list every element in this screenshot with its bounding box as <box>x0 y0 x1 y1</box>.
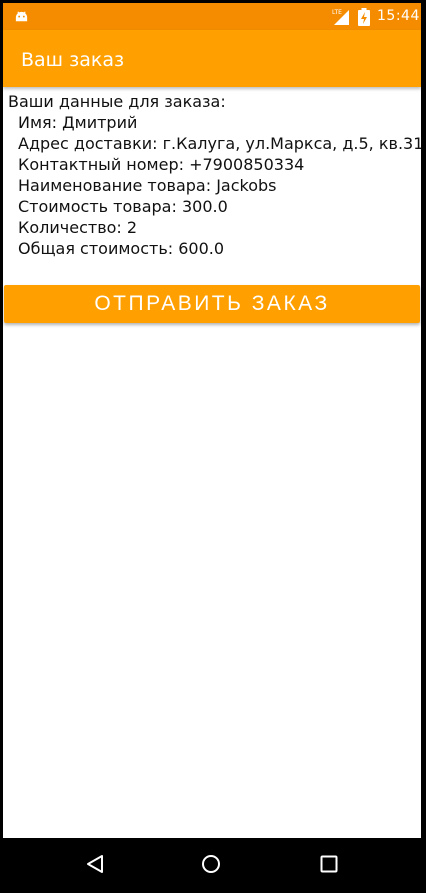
order-intro: Ваши данные для заказа: <box>8 92 226 111</box>
submit-order-button[interactable]: ОТПРАВИТЬ ЗАКАЗ <box>4 285 420 323</box>
detail-price: Стоимость товара: 300.0 <box>18 197 228 216</box>
detail-address: Адрес доставки: г.Калуга, ул.Маркса, д.5… <box>18 134 421 153</box>
status-bar: LTE 15:44 <box>3 3 421 30</box>
order-summary: Ваши данные для заказа: Имя: Дмитрий Адр… <box>8 91 421 259</box>
home-icon[interactable] <box>201 854 221 874</box>
detail-total: Общая стоимость: 600.0 <box>18 239 225 258</box>
recents-icon[interactable] <box>320 855 338 873</box>
status-time: 15:44 <box>377 8 420 24</box>
app-toolbar: Ваш заказ <box>3 30 421 87</box>
android-icon <box>15 11 28 22</box>
lte-signal-icon: LTE <box>332 9 349 25</box>
screen: LTE 15:44 Ваш заказ Ваши данные для зака… <box>3 3 421 890</box>
detail-name: Имя: Дмитрий <box>18 113 138 132</box>
detail-phone: Контактный номер: +7900850334 <box>18 155 305 174</box>
navigation-bar <box>3 838 421 890</box>
lte-label: LTE <box>332 9 342 16</box>
device-frame: LTE 15:44 Ваш заказ Ваши данные для зака… <box>0 0 426 893</box>
back-icon[interactable] <box>85 854 105 874</box>
detail-quantity: Количество: 2 <box>18 218 138 237</box>
order-details-list: Имя: Дмитрий Адрес доставки: г.Калуга, у… <box>8 112 421 259</box>
page-title: Ваш заказ <box>21 49 125 71</box>
detail-product: Наименование товара: Jackobs <box>18 176 277 195</box>
battery-charging-icon <box>358 8 370 26</box>
